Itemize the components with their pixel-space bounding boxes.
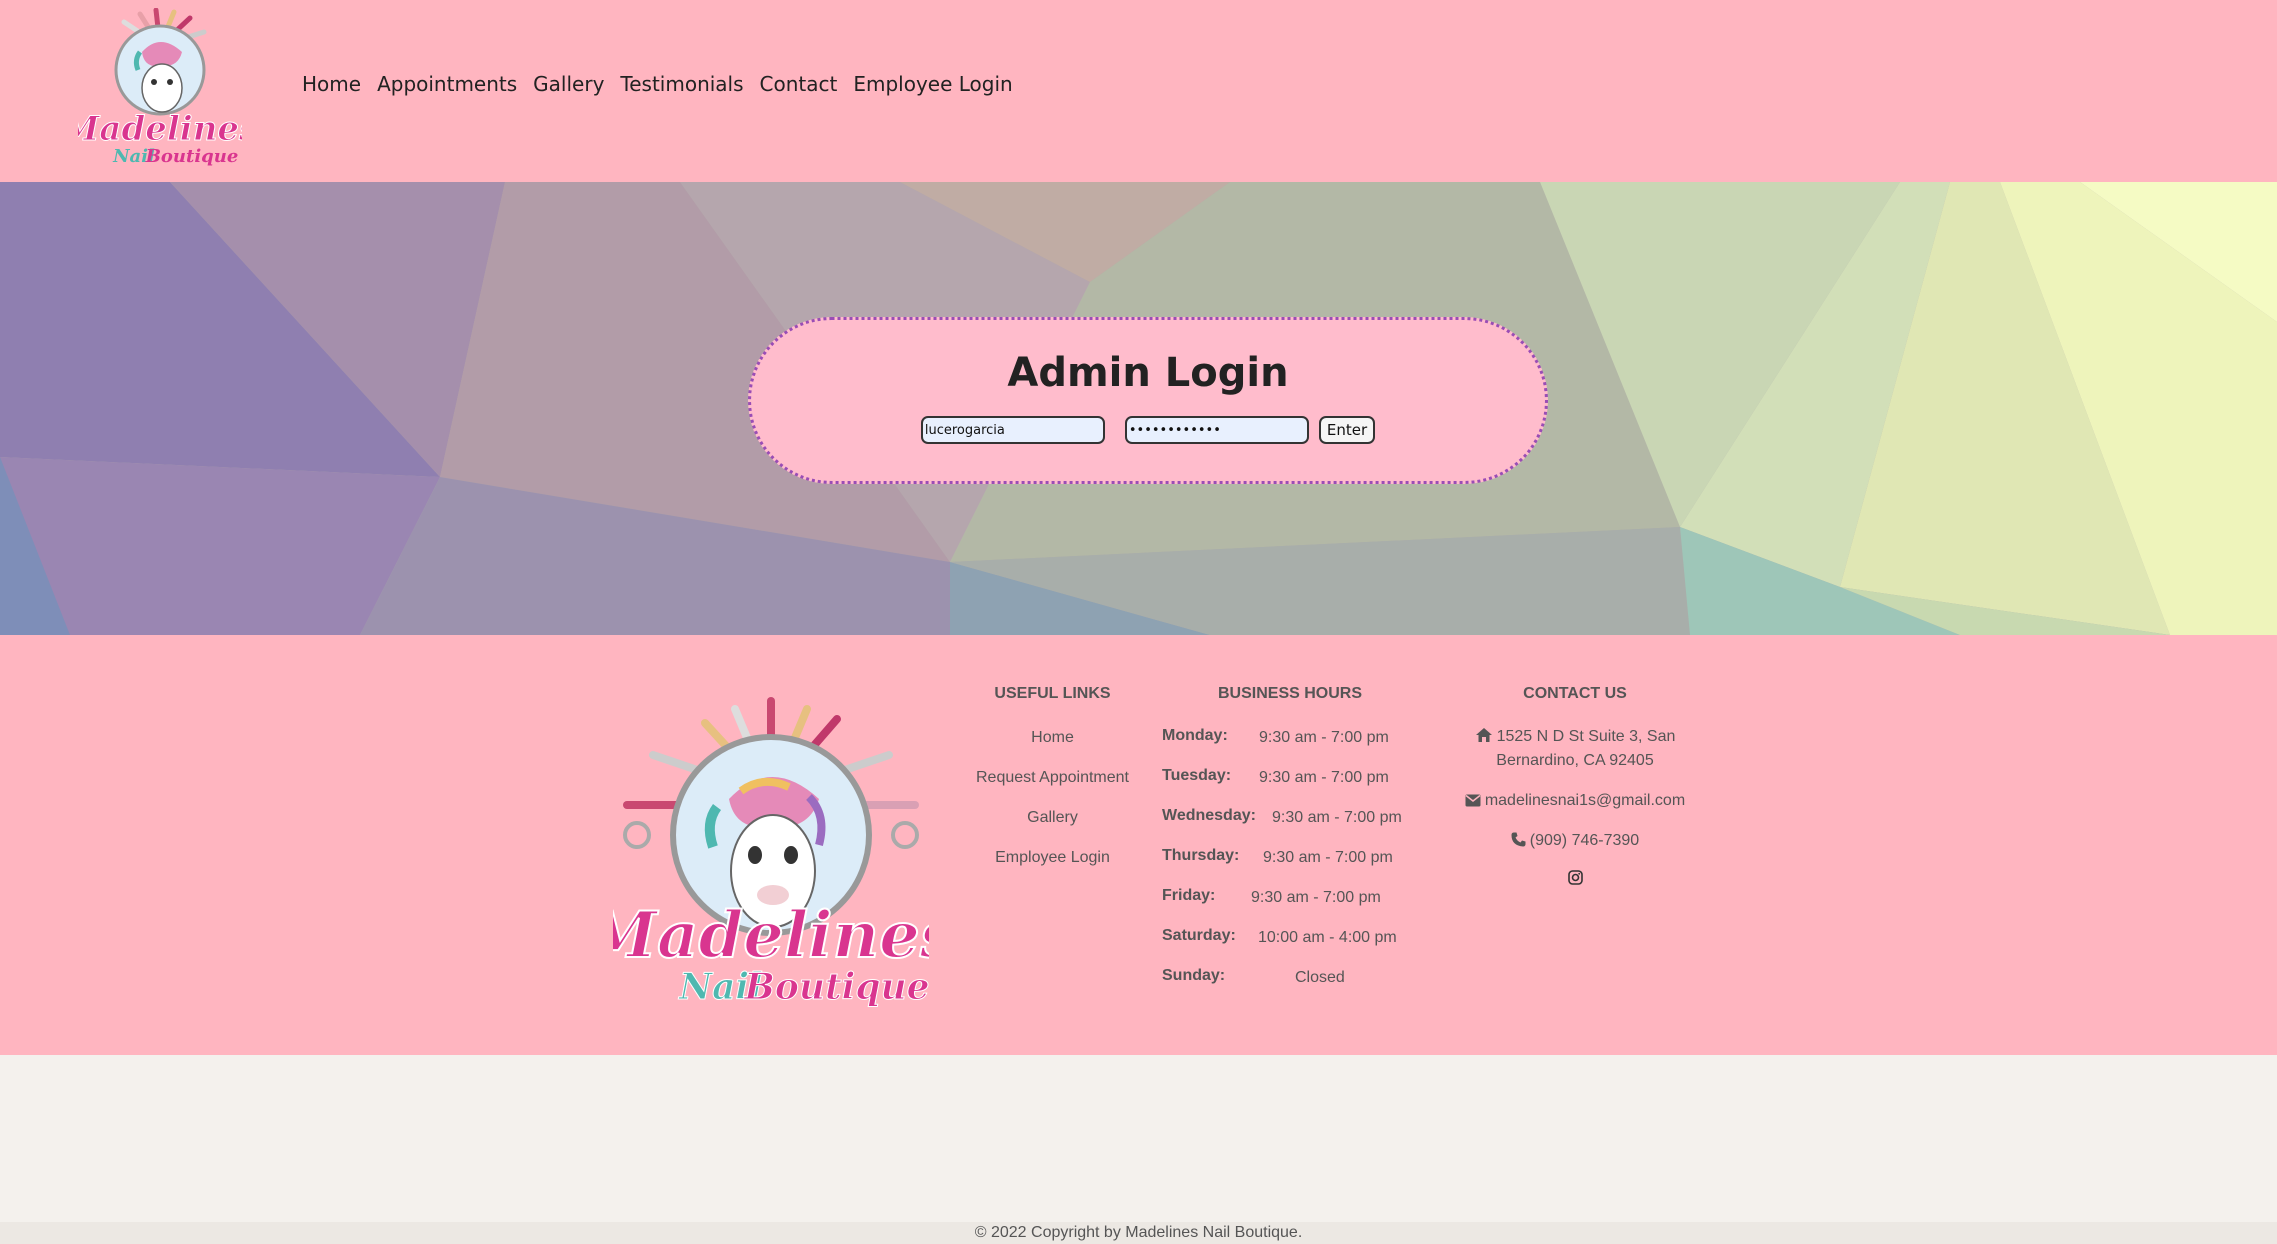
hours-time: 9:30 am - 7:00 pm [1251,889,1381,906]
brand-logo[interactable]: Madelines Nail Boutique [78,8,242,166]
hours-day: Friday: [1162,887,1216,904]
hours-time: 9:30 am - 7:00 pm [1259,769,1389,786]
footer-logo-line1: Madelines [613,898,929,973]
nav-contact[interactable]: Contact [760,72,838,96]
nav-testimonials[interactable]: Testimonials [620,72,743,96]
copyright: © 2022 Copyright by Madelines Nail Bouti… [0,1222,2277,1244]
hours-day: Tuesday: [1162,767,1232,784]
nav-home[interactable]: Home [302,72,361,96]
svg-text:Madelines: Madelines [78,109,242,149]
contact-social [1440,867,1710,891]
hours-time: 9:30 am - 7:00 pm [1263,849,1393,866]
site-footer: Madelines Nail Boutique USEFUL LINKS Hom… [0,635,2277,1055]
hours-day: Sunday: [1162,967,1226,984]
contact-address: 1525 N D St Suite 3, San Bernardino, CA … [1440,725,1710,773]
svg-text:Boutique: Boutique [145,146,239,166]
username-input[interactable] [920,416,1105,444]
contact-phone: (909) 746-7390 [1440,829,1710,853]
useful-links-title: USEFUL LINKS [994,685,1111,702]
phone-text[interactable]: (909) 746-7390 [1530,832,1639,849]
nav-employee-login[interactable]: Employee Login [853,72,1012,96]
contact-email: madelinesnai1s@gmail.com [1440,789,1710,813]
contact-us-title: CONTACT US [1523,685,1627,702]
address-line2: Bernardino, CA 92405 [1496,752,1654,769]
login-title: Admin Login [1007,350,1289,396]
hero-banner: Admin Login Enter [0,182,2277,635]
hours-time: Closed [1295,969,1345,986]
phone-icon [1511,832,1526,847]
nav-gallery[interactable]: Gallery [533,72,604,96]
site-header: Madelines Nail Boutique Home Appointment… [0,0,2277,182]
address-line1: 1525 N D St Suite 3, San [1496,728,1676,745]
footer-link-employee-login[interactable]: Employee Login [960,849,1145,867]
instagram-icon[interactable] [1567,870,1583,885]
footer-logo-line2b: Boutique [743,966,929,1008]
footer-logo: Madelines Nail Boutique [613,697,929,1009]
hours-time: 9:30 am - 7:00 pm [1272,809,1402,826]
hours-day: Thursday: [1162,847,1240,864]
hours-day: Wednesday: [1162,807,1256,824]
hours-day: Monday: [1162,727,1228,744]
business-hours-title: BUSINESS HOURS [1217,685,1363,702]
hours-time: 10:00 am - 4:00 pm [1258,929,1397,946]
main-nav: Home Appointments Gallery Testimonials C… [302,72,1029,96]
hours-day: Saturday: [1162,927,1236,944]
hours-time: 9:30 am - 7:00 pm [1259,729,1389,746]
nav-appointments[interactable]: Appointments [377,72,517,96]
footer-link-home[interactable]: Home [960,729,1145,747]
email-text[interactable]: madelinesnai1s@gmail.com [1485,792,1685,809]
admin-login-card: Admin Login Enter [748,317,1548,484]
footer-link-request-appointment[interactable]: Request Appointment [960,769,1145,787]
footer-link-gallery[interactable]: Gallery [960,809,1145,827]
home-icon [1475,728,1492,742]
enter-button[interactable]: Enter [1318,416,1376,444]
login-form: Enter [751,416,1545,444]
password-input[interactable] [1124,416,1309,444]
envelope-icon [1465,794,1481,807]
